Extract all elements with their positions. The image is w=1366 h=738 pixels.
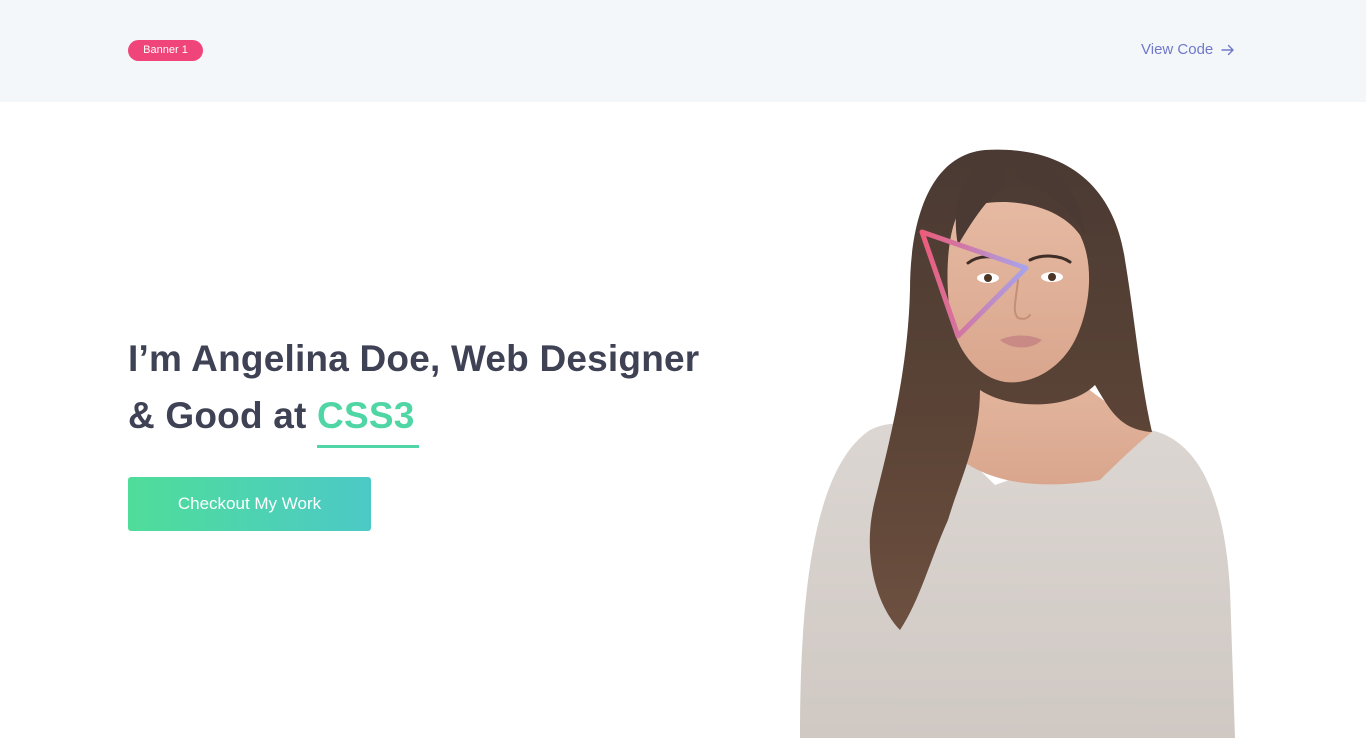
arrow-right-icon (1221, 44, 1234, 56)
hero-heading-line2-prefix: & Good at (128, 395, 318, 436)
portrait-image (800, 149, 1235, 738)
view-code-label: View Code (1141, 41, 1214, 58)
checkout-work-button[interactable]: Checkout My Work (128, 477, 371, 531)
banner-badge: Banner 1 (128, 40, 203, 61)
top-bar: Banner 1 View Code (0, 0, 1366, 102)
hero-heading-accent: CSS3 (317, 387, 420, 448)
hero-heading-line1: I’m Angelina Doe, Web Designer (128, 338, 700, 379)
view-code-link[interactable]: View Code (1141, 38, 1235, 62)
hero-heading: I’m Angelina Doe, Web Designer & Good at… (128, 330, 788, 448)
